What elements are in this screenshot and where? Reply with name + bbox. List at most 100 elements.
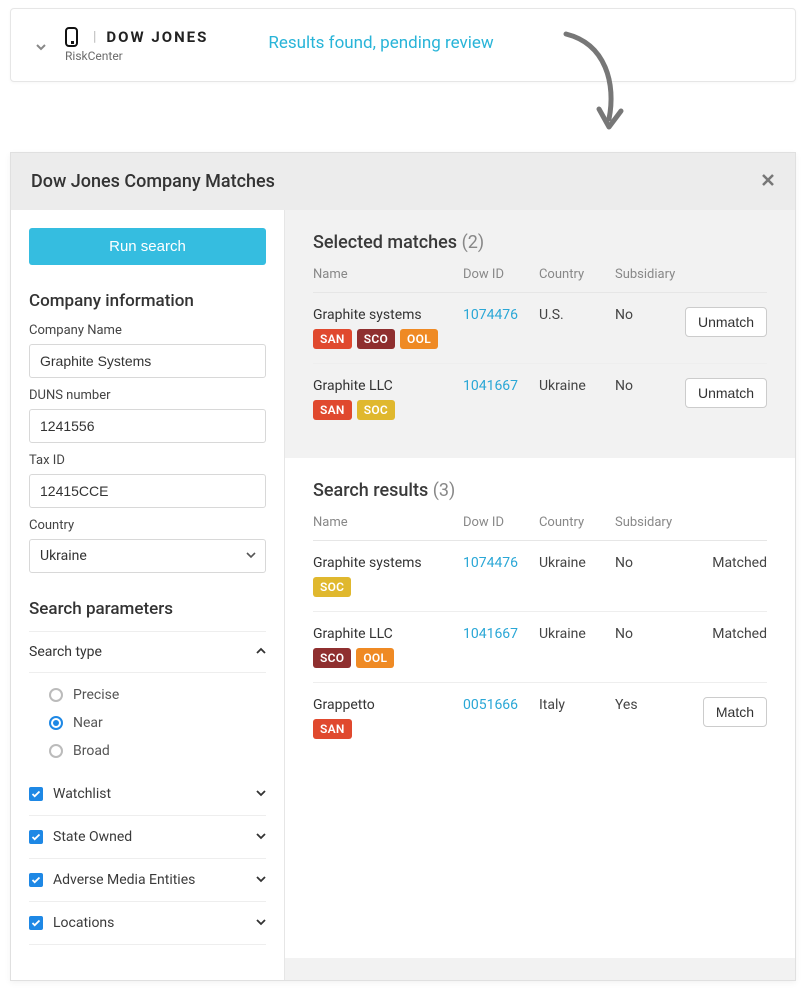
badges: SAN xyxy=(313,719,463,739)
radio-label: Precise xyxy=(73,687,119,703)
col-id: Dow ID xyxy=(463,267,539,282)
cell-name: Graphite systemsSANSCOOOL xyxy=(313,307,463,349)
col-id: Dow ID xyxy=(463,515,539,530)
col-country: Country xyxy=(539,267,615,282)
sidebar: Run search Company information Company N… xyxy=(11,210,285,980)
filter-label: Adverse Media Entities xyxy=(53,872,195,888)
checkbox-icon xyxy=(29,830,43,844)
filter-adverse-media-entities[interactable]: Adverse Media Entities xyxy=(29,859,266,902)
taxid-label: Tax ID xyxy=(29,453,266,468)
radio-broad[interactable]: Broad xyxy=(49,737,266,765)
cell-id: 0051666 xyxy=(463,697,539,713)
matched-status: Matched xyxy=(712,626,767,642)
filter-watchlist[interactable]: Watchlist xyxy=(29,773,266,816)
filter-label: Watchlist xyxy=(53,786,111,802)
filter-list: Watchlist State Owned Adverse Media Entiti… xyxy=(29,773,266,945)
collapse-chevron-icon[interactable] xyxy=(35,41,47,57)
chevron-down-icon xyxy=(256,786,266,802)
dow-id-link[interactable]: 1041667 xyxy=(463,626,518,642)
panel-header: Dow Jones Company Matches xyxy=(11,153,795,210)
dow-id-link[interactable]: 1074476 xyxy=(463,307,518,323)
selected-matches-section: Selected matches (2) Name Dow ID Country… xyxy=(285,210,795,444)
duns-label: DUNS number xyxy=(29,388,266,403)
main-area: Selected matches (2) Name Dow ID Country… xyxy=(285,210,795,980)
results-heading-text: Search results xyxy=(313,480,428,501)
col-name: Name xyxy=(313,515,463,530)
radio-icon xyxy=(49,688,63,702)
company-info-heading: Company information xyxy=(29,291,266,311)
selected-count: (2) xyxy=(462,232,485,253)
cell-action: Matched xyxy=(685,626,767,642)
cell-country: Italy xyxy=(539,697,615,713)
unmatch-button[interactable]: Unmatch xyxy=(685,378,767,408)
checkbox-icon xyxy=(29,873,43,887)
cell-action: Matched xyxy=(685,555,767,571)
checkbox-icon xyxy=(29,787,43,801)
col-sub: Subsidary xyxy=(615,515,685,530)
filter-label: State Owned xyxy=(53,829,132,845)
radio-label: Broad xyxy=(73,743,110,759)
radio-precise[interactable]: Precise xyxy=(49,681,266,709)
result-rows: Graphite systemsSOC1074476UkraineNoMatch… xyxy=(313,541,767,753)
brand-sub: RiskCenter xyxy=(65,49,208,63)
chevron-down-icon xyxy=(256,872,266,888)
results-table-head: Name Dow ID Country Subsidary xyxy=(313,501,767,541)
selected-heading: Selected matches (2) xyxy=(313,232,767,253)
taxid-input[interactable] xyxy=(29,474,266,508)
cell-name: Graphite LLCSANSOC xyxy=(313,378,463,420)
result-row: Graphite LLCSCOOOL1041667UkraineNoMatche… xyxy=(313,612,767,683)
results-count: (3) xyxy=(433,480,456,501)
cell-id: 1074476 xyxy=(463,307,539,323)
col-sub: Subsidiary xyxy=(615,267,685,282)
cell-action: Unmatch xyxy=(685,307,767,337)
matches-panel: Dow Jones Company Matches Run search Com… xyxy=(10,152,796,981)
dow-id-link[interactable]: 0051666 xyxy=(463,697,518,713)
close-icon[interactable] xyxy=(761,171,775,192)
cell-sub: No xyxy=(615,307,685,323)
dow-id-link[interactable]: 1074476 xyxy=(463,555,518,571)
search-results-section: Search results (3) Name Dow ID Country S… xyxy=(285,458,795,958)
cell-action: Match xyxy=(685,697,767,727)
cell-sub: No xyxy=(615,555,685,571)
badge-ool: OOL xyxy=(356,648,394,668)
arrow-icon xyxy=(561,29,631,139)
cell-country: Ukraine xyxy=(539,378,615,394)
matched-status: Matched xyxy=(712,555,767,571)
search-type-toggle[interactable]: Search type xyxy=(29,631,266,673)
cell-action: Unmatch xyxy=(685,378,767,408)
filter-locations[interactable]: Locations xyxy=(29,902,266,945)
panel-title: Dow Jones Company Matches xyxy=(31,171,275,192)
result-row: GrappettoSAN0051666ItalyYesMatch xyxy=(313,683,767,753)
selected-heading-text: Selected matches xyxy=(313,232,457,253)
company-name-label: Company Name xyxy=(29,323,266,338)
cell-name: Graphite LLCSCOOOL xyxy=(313,626,463,668)
radio-label: Near xyxy=(73,715,103,731)
cell-country: U.S. xyxy=(539,307,615,323)
country-select[interactable]: Ukraine xyxy=(29,539,266,573)
cell-id: 1074476 xyxy=(463,555,539,571)
radio-near[interactable]: Near xyxy=(49,709,266,737)
header-card: | DOW JONES RiskCenter Results found, pe… xyxy=(10,8,796,82)
run-search-button[interactable]: Run search xyxy=(29,228,266,265)
status-text: Results found, pending review xyxy=(268,33,493,53)
filter-state-owned[interactable]: State Owned xyxy=(29,816,266,859)
badge-sco: SCO xyxy=(313,648,351,668)
chevron-up-icon xyxy=(256,644,266,660)
badges: SANSCOOOL xyxy=(313,329,463,349)
badge-san: SAN xyxy=(313,719,352,739)
selected-row: Graphite systemsSANSCOOOL1074476 U.S.NoUn… xyxy=(313,293,767,364)
badge-san: SAN xyxy=(313,400,352,420)
badge-san: SAN xyxy=(313,329,352,349)
col-country: Country xyxy=(539,515,615,530)
selected-table-head: Name Dow ID Country Subsidiary xyxy=(313,253,767,293)
search-type-label: Search type xyxy=(29,644,102,660)
badge-sco: SCO xyxy=(357,329,395,349)
brand-name: DOW JONES xyxy=(106,28,208,46)
radio-icon xyxy=(49,744,63,758)
unmatch-button[interactable]: Unmatch xyxy=(685,307,767,337)
logo-block: | DOW JONES RiskCenter xyxy=(65,27,208,63)
duns-input[interactable] xyxy=(29,409,266,443)
company-name-input[interactable] xyxy=(29,344,266,378)
dow-id-link[interactable]: 1041667 xyxy=(463,378,518,394)
match-button[interactable]: Match xyxy=(703,697,767,727)
